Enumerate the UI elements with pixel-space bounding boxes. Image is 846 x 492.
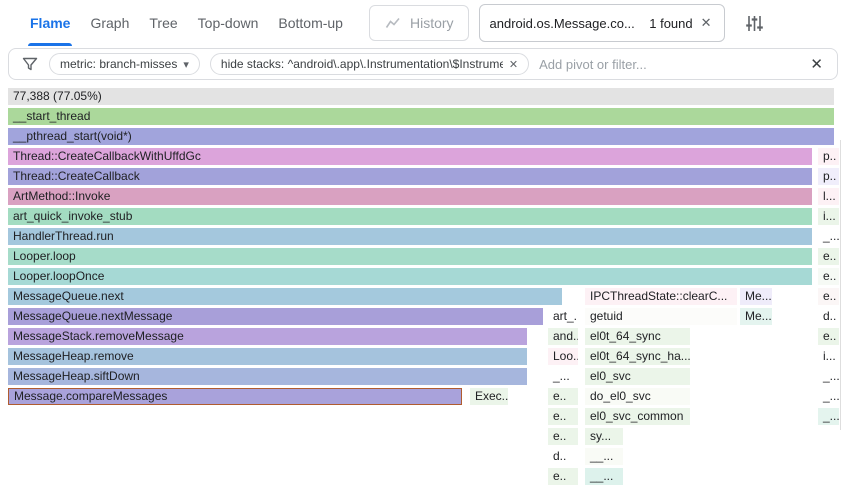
close-icon[interactable]: ✕ — [509, 58, 518, 71]
flame-frame[interactable]: MessageQueue.nextMessage — [8, 308, 543, 325]
flame-frame[interactable]: do_el0_svc — [585, 388, 690, 405]
tab-bar: FlameGraphTreeTop-downBottom-up — [20, 0, 353, 46]
flame-frame-selected[interactable]: Message.compareMessages — [8, 388, 462, 405]
flame-frame[interactable]: d.. — [818, 308, 839, 325]
flame-frame[interactable]: ArtMethod::Invoke — [8, 188, 812, 205]
history-button-label: History — [410, 15, 454, 31]
flame-frame[interactable]: e.. — [548, 408, 578, 425]
flame-frame[interactable]: IPCThreadState::clearC... — [585, 288, 737, 305]
history-button[interactable]: History — [369, 5, 469, 41]
flame-frame[interactable]: and... — [548, 328, 578, 345]
filter-chip[interactable]: metric: branch-misses ▾ — [49, 53, 200, 75]
flame-frame[interactable]: e.. — [818, 328, 839, 345]
flame-frame[interactable]: MessageHeap.remove — [8, 348, 527, 365]
flame-frame[interactable]: __... — [585, 448, 623, 465]
flame-frame[interactable]: _... — [818, 388, 839, 405]
profiler-app: FlameGraphTreeTop-downBottom-up History … — [0, 0, 846, 492]
filter-bar: metric: branch-misses ▾ hide stacks: ^andr… — [8, 48, 838, 80]
line-chart-icon — [384, 15, 402, 31]
filter-chip-label: hide stacks: ^android\.app\.Instrumentat… — [221, 57, 503, 71]
flame-right-divider — [840, 140, 841, 430]
flame-frame[interactable]: MessageStack.removeMessage — [8, 328, 527, 345]
flame-frame[interactable]: e.. — [818, 248, 839, 265]
filter-chips: metric: branch-misses ▾ hide stacks: ^andr… — [49, 53, 529, 75]
tune-button[interactable] — [743, 12, 765, 34]
flame-frame[interactable]: Looper.loop — [8, 248, 812, 265]
flame-frame[interactable]: e.. — [548, 468, 578, 485]
flame-frame[interactable]: Me... — [740, 288, 772, 305]
search-input[interactable]: android.os.Message.co... — [490, 16, 644, 31]
flame-graph: 77,388 (77.05%) __start_thread __pthread_s… — [0, 88, 846, 492]
flame-frame[interactable]: Me... — [740, 308, 772, 325]
clear-filters-icon[interactable]: ✕ — [808, 55, 825, 73]
flame-frame[interactable]: _... — [818, 228, 839, 245]
flame-frame[interactable]: e.. — [818, 288, 839, 305]
search-result-count: 1 found — [649, 16, 692, 31]
tab-top-down[interactable]: Top-down — [188, 0, 269, 46]
flame-frame[interactable]: __start_thread — [8, 108, 834, 125]
flame-frame[interactable]: Looper.loopOnce — [8, 268, 812, 285]
flame-frame[interactable]: i... — [818, 208, 839, 225]
filter-chip-label: metric: branch-misses — [60, 57, 177, 71]
close-icon[interactable]: ✕ — [699, 15, 714, 31]
flame-frame[interactable]: __pthread_start(void*) — [8, 128, 834, 145]
tab-flame[interactable]: Flame — [20, 0, 80, 46]
flame-frame[interactable]: MessageQueue.next — [8, 288, 562, 305]
flame-frame[interactable]: d.. — [548, 448, 578, 465]
flame-frame[interactable]: _... — [818, 368, 839, 385]
flame-frame[interactable]: el0t_64_sync_ha... — [585, 348, 690, 365]
filter-chip[interactable]: hide stacks: ^android\.app\.Instrumentat… — [210, 53, 529, 75]
flame-frame[interactable]: __... — [585, 468, 623, 485]
flame-frame[interactable]: art_... — [548, 308, 578, 325]
top-bar: FlameGraphTreeTop-downBottom-up History … — [0, 0, 846, 46]
search-box[interactable]: android.os.Message.co... 1 found ✕ — [479, 4, 725, 42]
flame-frame[interactable]: _... — [548, 368, 578, 385]
tab-bottom-up[interactable]: Bottom-up — [268, 0, 353, 46]
flame-frame[interactable]: el0_svc — [585, 368, 690, 385]
flame-frame[interactable]: e.. — [818, 268, 839, 285]
tab-tree[interactable]: Tree — [139, 0, 187, 46]
flame-frame[interactable]: p.. — [818, 148, 839, 165]
flame-frame[interactable]: l... — [818, 188, 839, 205]
flame-frame[interactable]: e.. — [548, 428, 578, 445]
flame-frame[interactable]: Thread::CreateCallback — [8, 168, 812, 185]
pivot-filter-input[interactable] — [539, 57, 798, 72]
chevron-down-icon[interactable]: ▾ — [183, 58, 189, 71]
flame-frame[interactable]: el0_svc_common — [585, 408, 690, 425]
flame-frame[interactable]: 77,388 (77.05%) — [8, 88, 834, 105]
flame-frame[interactable]: p.. — [818, 168, 839, 185]
flame-frame[interactable]: e.. — [548, 388, 578, 405]
flame-frame[interactable]: MessageHeap.siftDown — [8, 368, 527, 385]
flame-frame[interactable]: sy... — [585, 428, 623, 445]
flame-frame[interactable]: i... — [818, 348, 839, 365]
flame-frame[interactable]: art_quick_invoke_stub — [8, 208, 812, 225]
flame-frame[interactable]: HandlerThread.run — [8, 228, 812, 245]
flame-frame[interactable]: Loo... — [548, 348, 578, 365]
flame-frame[interactable]: Exec... — [470, 388, 508, 405]
tune-sliders-icon — [743, 12, 765, 34]
funnel-icon — [21, 55, 39, 73]
flame-frame[interactable]: el0t_64_sync — [585, 328, 690, 345]
tab-graph[interactable]: Graph — [80, 0, 139, 46]
flame-frame[interactable]: Thread::CreateCallbackWithUffdGc — [8, 148, 812, 165]
flame-frame[interactable]: _... — [818, 408, 839, 425]
flame-frame[interactable]: getuid — [585, 308, 737, 325]
